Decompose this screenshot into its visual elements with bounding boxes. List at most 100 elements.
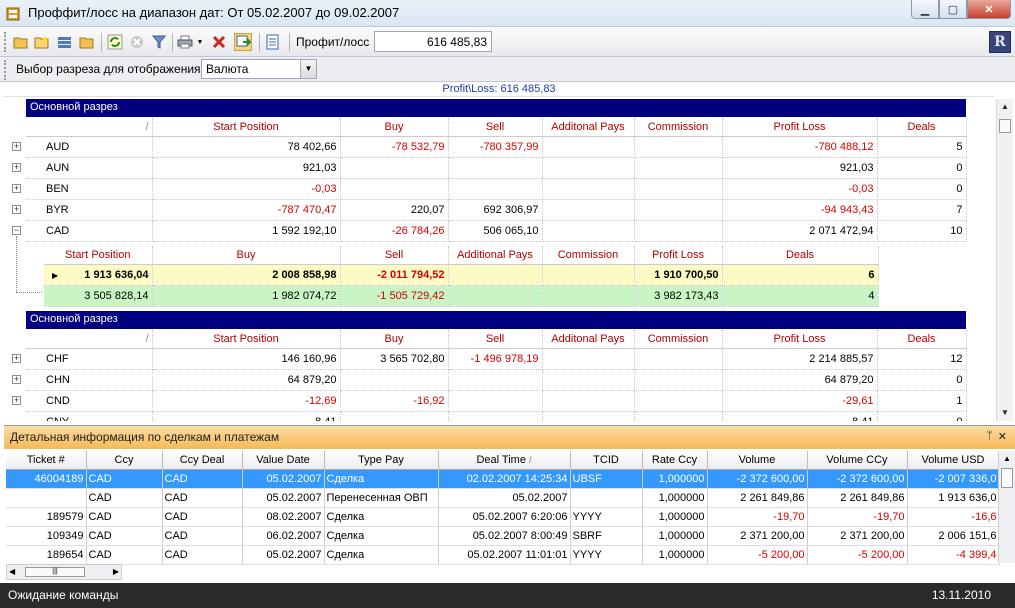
table-row[interactable]: AUN 921,03 921,03 0	[26, 157, 967, 179]
scroll-thumb[interactable]	[999, 119, 1011, 133]
column-header[interactable]: Volume USD	[907, 451, 1000, 470]
pin-icon[interactable]: ᛘ	[986, 430, 993, 442]
column-header[interactable]: Volume	[707, 451, 808, 470]
column-header[interactable]: Start Position	[152, 118, 341, 137]
column-header[interactable]: Rate Ccy	[642, 451, 708, 470]
table-row[interactable]: 1 913 636,04 2 008 858,98 -2 011 794,52 …	[44, 264, 879, 286]
scroll-up-icon[interactable]: ▲	[997, 99, 1013, 115]
pivot-grid: Profit\Loss: 616 485,83 Основной разрез …	[4, 83, 1015, 421]
column-header[interactable]: Deal Time /	[438, 451, 571, 470]
expand-icon[interactable]: +	[12, 163, 21, 172]
profit-loss-value[interactable]: 616 485,83	[374, 31, 492, 52]
close-button[interactable]: ✕	[967, 0, 1011, 19]
column-header[interactable]: Start Position	[152, 330, 341, 349]
column-header[interactable]: Sell	[448, 118, 543, 137]
new-folder-icon[interactable]	[33, 33, 51, 51]
refresh-icon[interactable]	[106, 33, 124, 51]
start-cell: 78 402,66	[152, 136, 341, 158]
buy-cell	[340, 157, 449, 179]
collapse-icon[interactable]: −	[12, 226, 21, 235]
comm-cell	[634, 178, 723, 200]
column-header[interactable]: Ccy	[86, 451, 163, 470]
column-header[interactable]: Profit Loss	[722, 330, 878, 349]
scroll-down-icon[interactable]: ▼	[997, 405, 1013, 421]
column-header[interactable]: Deals	[877, 118, 967, 137]
close-panel-icon[interactable]: ✕	[998, 430, 1007, 443]
column-header[interactable]: Additonal Pays	[542, 330, 635, 349]
table-row[interactable]: 109349 CAD CAD 06.02.2007 Сделка 05.02.2…	[6, 526, 1000, 546]
table-row[interactable]: BYR -787 470,47 220,07 692 306,97 -94 94…	[26, 199, 967, 221]
column-header[interactable]: Value Date	[242, 451, 325, 470]
sort-icon[interactable]: /	[26, 118, 153, 137]
table-row[interactable]: CAD CAD 05.02.2007 Перенесенная ОВП 05.0…	[6, 488, 1000, 508]
folder-star-icon[interactable]	[78, 33, 96, 51]
column-header[interactable]: Additonal Pays	[542, 118, 635, 137]
list-icon[interactable]	[56, 33, 74, 51]
expand-icon[interactable]: +	[12, 396, 21, 405]
stop-icon[interactable]	[128, 33, 146, 51]
sort-icon[interactable]: /	[26, 330, 153, 349]
column-header[interactable]: Type Pay	[324, 451, 439, 470]
expand-icon[interactable]: +	[12, 205, 21, 214]
column-header[interactable]: Deals	[877, 330, 967, 349]
table-row[interactable]: 3 505 828,14 1 982 074,72 -1 505 729,42 …	[44, 285, 879, 307]
volume-ccy-cell: -2 372 600,00	[807, 469, 908, 489]
column-header[interactable]: Start Position	[44, 246, 153, 265]
table-row[interactable]: AUD 78 402,66 -78 532,79 -780 357,99 -78…	[26, 136, 967, 158]
expand-icon[interactable]: +	[12, 375, 21, 384]
delete-icon[interactable]	[210, 33, 228, 51]
table-row[interactable]: CNY 8,41 8,41 0	[26, 411, 967, 421]
slice-bar-grip[interactable]	[4, 60, 7, 80]
column-header[interactable]: Sell	[340, 246, 449, 265]
column-header[interactable]: TCID	[570, 451, 643, 470]
pivot-vertical-scrollbar[interactable]: ▲ ▼	[996, 99, 1013, 421]
maximize-button[interactable]: ▢	[939, 0, 967, 19]
slice-dropdown[interactable]: Валюта ▼	[201, 59, 317, 79]
table-row[interactable]: 189654 CAD CAD 05.02.2007 Сделка 05.02.2…	[6, 545, 1000, 565]
column-header[interactable]: Buy	[340, 330, 449, 349]
expand-icon[interactable]: +	[12, 354, 21, 363]
scroll-left-icon[interactable]: ◀	[9, 565, 15, 579]
toolbar-grip[interactable]	[4, 32, 7, 52]
column-header[interactable]: Volume CCy	[807, 451, 908, 470]
column-header[interactable]: Commission	[634, 330, 723, 349]
table-row[interactable]: 46004189 CAD CAD 05.02.2007 Сделка 02.02…	[6, 469, 1000, 489]
pl-cell: -29,61	[722, 390, 878, 412]
table-row[interactable]: BEN -0,03 -0,03 0	[26, 178, 967, 200]
table-row[interactable]: 189579 CAD CAD 08.02.2007 Сделка 05.02.2…	[6, 507, 1000, 527]
column-header[interactable]: Buy	[152, 246, 341, 265]
start-cell: 1 913 636,04	[44, 264, 153, 286]
detail-vertical-scrollbar[interactable]: ▲	[998, 451, 1015, 563]
column-header[interactable]: Sell	[448, 330, 543, 349]
chevron-down-icon[interactable]: ▼	[195, 33, 205, 51]
column-header[interactable]: Ccy Deal	[162, 451, 243, 470]
expand-icon[interactable]: +	[12, 142, 21, 151]
print-icon[interactable]	[176, 33, 194, 51]
export-icon[interactable]	[234, 33, 252, 51]
add-cell	[542, 178, 635, 200]
table-row[interactable]: CAD 1 592 192,10 -26 784,26 506 065,10 2…	[26, 220, 967, 242]
filter-icon[interactable]	[150, 33, 168, 51]
scroll-thumb[interactable]: |||	[25, 567, 85, 577]
minimize-button[interactable]: ▁	[911, 0, 939, 19]
column-header[interactable]: Profit Loss	[634, 246, 723, 265]
type-pay-cell: Сделка	[324, 545, 439, 565]
scroll-up-icon[interactable]: ▲	[999, 451, 1015, 467]
column-header[interactable]: Additional Pays	[448, 246, 543, 265]
scroll-right-icon[interactable]: ▶	[113, 565, 119, 579]
column-header[interactable]: Deals	[722, 246, 879, 265]
column-header[interactable]: Commission	[542, 246, 635, 265]
table-row[interactable]: CHN 64 879,20 64 879,20 0	[26, 369, 967, 391]
open-folder-icon[interactable]	[12, 33, 30, 51]
table-row[interactable]: CHF 146 160,96 3 565 702,80 -1 496 978,1…	[26, 348, 967, 370]
column-header[interactable]: Profit Loss	[722, 118, 878, 137]
expand-icon[interactable]: +	[12, 184, 21, 193]
detail-horizontal-scrollbar[interactable]: ◀ ||| ▶	[6, 564, 122, 580]
column-header[interactable]: Ticket #	[6, 451, 87, 470]
scroll-thumb[interactable]	[1001, 468, 1013, 488]
report-icon[interactable]	[264, 33, 282, 51]
column-header[interactable]: Commission	[634, 118, 723, 137]
table-row[interactable]: CND -12,69 -16,92 -29,61 1	[26, 390, 967, 412]
column-header[interactable]: Buy	[340, 118, 449, 137]
chevron-down-icon[interactable]: ▼	[300, 60, 316, 78]
